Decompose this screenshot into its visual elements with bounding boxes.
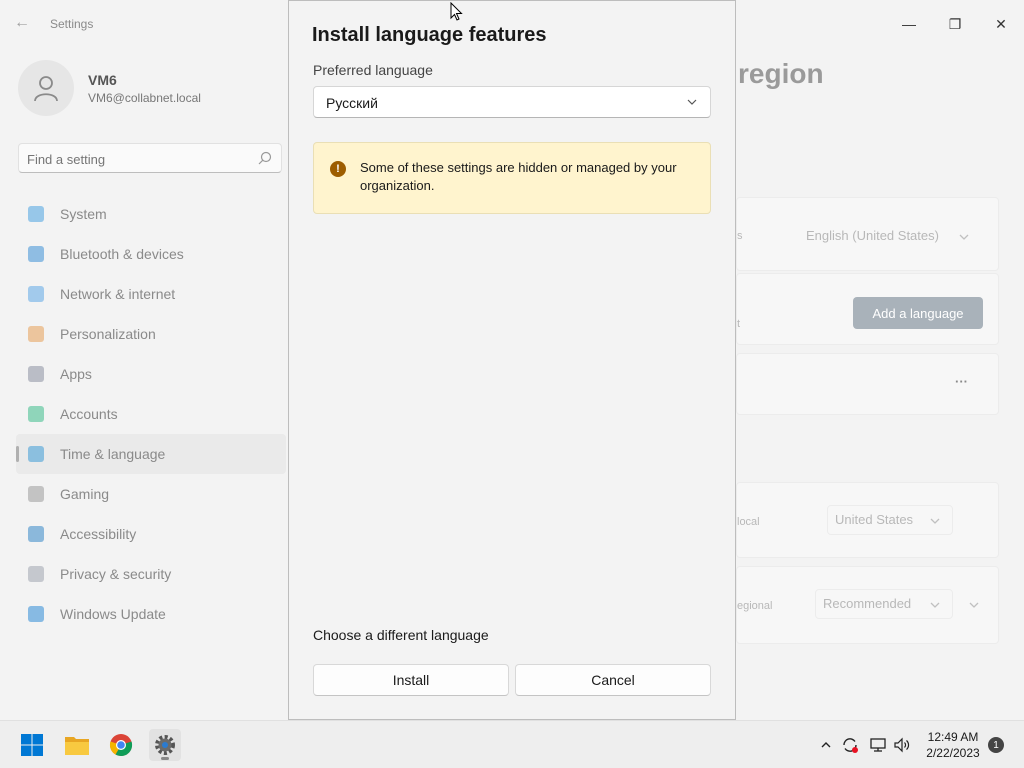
apps-icon — [28, 366, 44, 382]
back-button[interactable]: ← — [14, 14, 34, 34]
warning-text: Some of these settings are hidden or man… — [360, 160, 677, 193]
bluetooth-icon — [28, 246, 44, 262]
sidebar-item-label: Personalization — [60, 326, 156, 342]
sidebar-item-apps[interactable]: Apps — [16, 354, 286, 394]
preferred-language-value: Русский — [326, 95, 378, 111]
sidebar-item-label: Accounts — [60, 406, 118, 422]
regional-format-select[interactable]: Recommended — [815, 589, 953, 619]
avatar — [18, 60, 74, 116]
accessibility-icon — [28, 526, 44, 542]
minimize-button[interactable]: — — [886, 8, 932, 40]
windows-start-icon — [21, 734, 43, 756]
settings-gear-icon — [155, 735, 175, 755]
sidebar-item-label: Time & language — [60, 446, 166, 462]
more-options-icon[interactable]: ··· — [955, 374, 968, 389]
sidebar-item-system[interactable]: System — [16, 194, 286, 234]
settings-taskbar-button[interactable] — [149, 729, 181, 761]
taskbar-clock[interactable]: 12:49 AM 2/22/2023 — [920, 729, 986, 761]
time-language-icon — [28, 446, 44, 462]
install-language-features-dialog: Install language features Preferred lang… — [288, 0, 736, 720]
add-language-button[interactable]: Add a language — [853, 297, 983, 329]
start-button[interactable] — [16, 729, 48, 761]
system-icon — [28, 206, 44, 222]
brush-icon — [28, 326, 44, 342]
sync-tray-button[interactable] — [840, 735, 860, 755]
regional-format-value: Recommended — [823, 596, 912, 611]
network-tray-button[interactable] — [868, 735, 888, 755]
sidebar-item-privacy-security[interactable]: Privacy & security — [16, 554, 286, 594]
chevron-down-icon[interactable] — [968, 599, 980, 611]
sidebar-item-gaming[interactable]: Gaming — [16, 474, 286, 514]
chevron-down-icon — [930, 602, 940, 608]
sidebar-item-windows-update[interactable]: Windows Update — [16, 594, 286, 634]
sidebar-item-accounts[interactable]: Accounts — [16, 394, 286, 434]
file-explorer-icon — [65, 737, 89, 755]
taskbar: 12:49 AM 2/22/2023 1 — [0, 720, 1024, 768]
country-select[interactable]: United States — [827, 505, 953, 535]
card-label: t — [737, 318, 741, 330]
warning-icon: ! — [330, 161, 346, 177]
user-email: VM6@collabnet.local — [88, 91, 201, 105]
gaming-icon — [28, 486, 44, 502]
sidebar-item-network-internet[interactable]: Network & internet — [16, 274, 286, 314]
sidebar-item-label: Bluetooth & devices — [60, 246, 184, 262]
clock-date: 2/22/2023 — [926, 746, 980, 760]
dialog-title: Install language features — [312, 24, 547, 46]
chevron-down-icon — [930, 518, 940, 524]
country-value: United States — [835, 512, 914, 527]
sidebar-item-label: Accessibility — [60, 526, 137, 542]
person-icon — [34, 76, 58, 102]
card-label: egional — [737, 600, 773, 612]
sidebar-item-time-language[interactable]: Time & language — [16, 434, 286, 474]
wifi-icon — [28, 286, 44, 302]
card-label: s — [737, 230, 743, 242]
network-icon — [870, 738, 886, 752]
sidebar-nav: System Bluetooth & devices Network & inter… — [16, 194, 286, 634]
chrome-button[interactable] — [105, 729, 137, 761]
sidebar-item-label: Network & internet — [60, 286, 176, 302]
chevron-down-icon — [687, 99, 697, 105]
managed-settings-warning: ! Some of these settings are hidden or m… — [313, 142, 711, 214]
search-box[interactable] — [18, 143, 282, 173]
choose-different-language-link[interactable]: Choose a different language — [313, 627, 489, 643]
sync-icon — [843, 738, 858, 753]
sidebar-item-label: Windows Update — [60, 606, 166, 622]
speaker-icon — [894, 737, 910, 753]
chevron-down-icon — [959, 234, 969, 240]
sidebar-item-bluetooth-devices[interactable]: Bluetooth & devices — [16, 234, 286, 274]
show-hidden-icons-button[interactable] — [816, 735, 836, 755]
update-icon — [28, 606, 44, 622]
preferred-language-select[interactable]: Русский — [313, 86, 711, 118]
preferred-language-label: Preferred language — [313, 62, 433, 78]
sidebar-item-label: Gaming — [60, 486, 110, 502]
close-button[interactable]: ✕ — [978, 8, 1024, 40]
mouse-cursor-icon — [450, 2, 463, 21]
clock-time: 12:49 AM — [927, 730, 979, 744]
app-title: Settings — [50, 17, 94, 31]
chevron-up-icon — [821, 742, 831, 748]
shield-icon — [28, 566, 44, 582]
sidebar-item-personalization[interactable]: Personalization — [16, 314, 286, 354]
notification-badge[interactable]: 1 — [988, 737, 1004, 753]
user-name: VM6 — [88, 72, 117, 88]
sidebar-item-label: System — [60, 206, 107, 222]
sidebar-item-accessibility[interactable]: Accessibility — [16, 514, 286, 554]
maximize-button[interactable]: ❐ — [932, 8, 978, 40]
sidebar-item-label: Apps — [60, 366, 92, 382]
file-explorer-button[interactable] — [61, 729, 93, 761]
install-button[interactable]: Install — [313, 664, 509, 696]
search-input[interactable] — [27, 149, 247, 169]
page-title: region — [738, 58, 824, 89]
language-item-card[interactable]: ··· — [736, 353, 999, 415]
windows-display-language-card[interactable]: s English (United States) — [736, 197, 999, 271]
accounts-icon — [28, 406, 44, 422]
cancel-button[interactable]: Cancel — [515, 664, 711, 696]
search-icon[interactable] — [258, 151, 272, 165]
sidebar-item-label: Privacy & security — [60, 566, 172, 582]
chrome-icon — [109, 734, 133, 757]
display-language-value[interactable]: English (United States) — [806, 228, 939, 243]
card-label: local — [737, 516, 760, 528]
volume-tray-button[interactable] — [892, 735, 912, 755]
